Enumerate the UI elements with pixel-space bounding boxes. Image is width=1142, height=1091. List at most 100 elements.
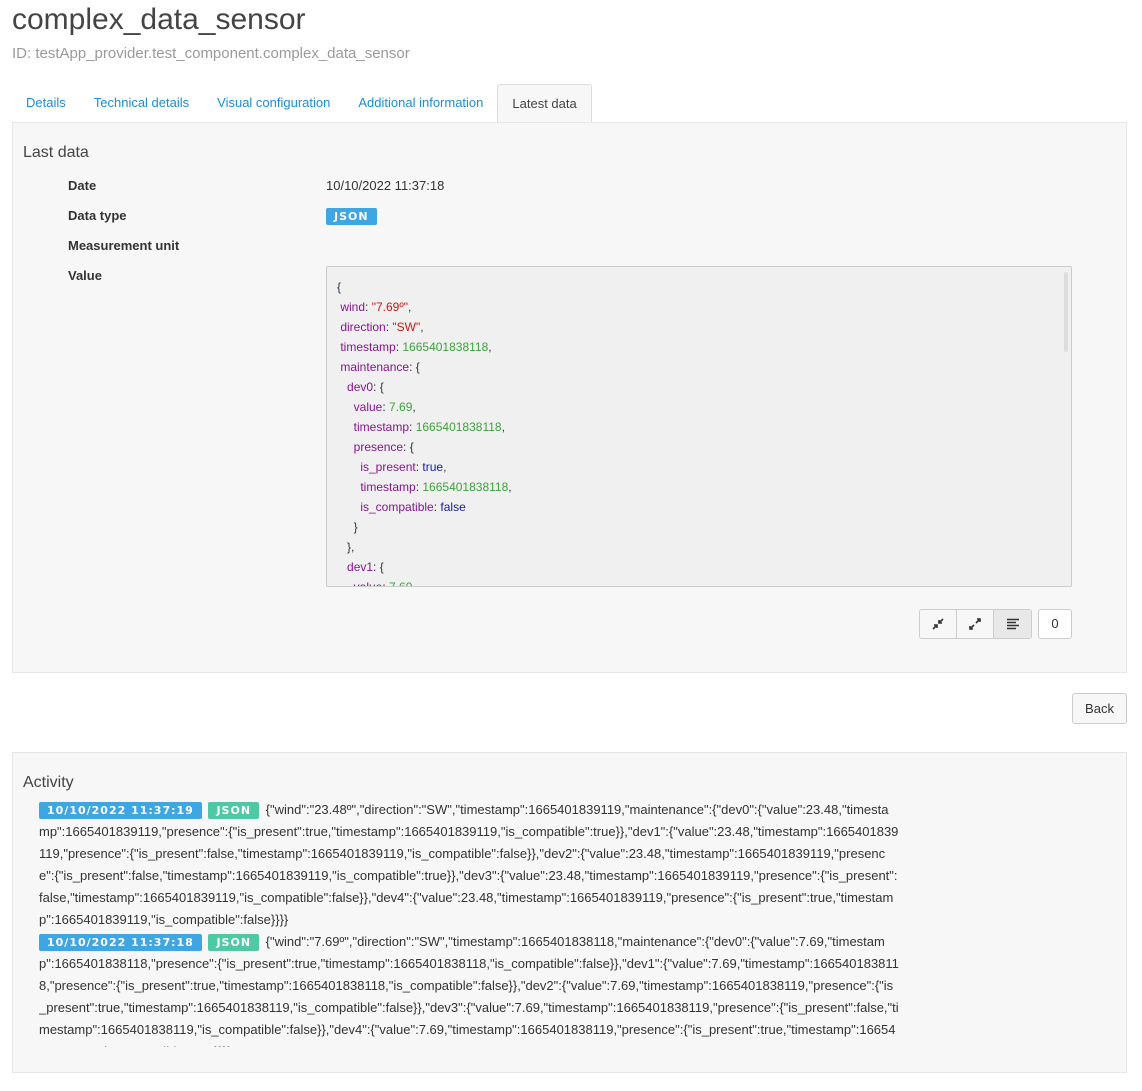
json-token: }, [337, 540, 355, 554]
json-viewer-scrollbar[interactable] [1064, 272, 1068, 352]
json-token: , [407, 300, 412, 314]
json-token: , [501, 420, 505, 434]
json-token: value [353, 400, 383, 414]
json-code-line: value: 7.69, [337, 577, 1055, 587]
activity-item: 10/10/2022 11:37:18 JSON {"wind":"7.69º"… [39, 931, 899, 1047]
collapse-button[interactable] [920, 610, 957, 638]
date-label: Date [68, 178, 97, 193]
json-code-line: { [337, 277, 1055, 297]
activity-type-badge: JSON [208, 802, 260, 819]
activity-time-badge: 10/10/2022 11:37:19 [39, 802, 202, 819]
date-value: 10/10/2022 11:37:18 [326, 178, 445, 193]
json-token: } [337, 520, 358, 534]
json-token: wind [340, 300, 366, 314]
json-token: value [353, 580, 383, 587]
activity-text: {"wind":"23.48º","direction":"SW","times… [39, 802, 899, 927]
json-token: "SW" [392, 320, 421, 334]
expand-icon [969, 618, 981, 630]
json-code-line: } [337, 517, 1055, 537]
value-label: Value [68, 268, 102, 283]
json-token: : [409, 420, 416, 434]
json-token: 7.69 [389, 580, 413, 587]
json-code-line: is_compatible: false [337, 497, 1055, 517]
json-token: , [488, 340, 492, 354]
json-token: 1665401838118 [402, 340, 489, 354]
activity-type-badge: JSON [208, 934, 260, 951]
json-token: timestamp [340, 340, 396, 354]
json-token: timestamp [353, 420, 410, 434]
compress-icon [932, 618, 944, 630]
align-left-icon [1006, 618, 1019, 630]
json-code-line: presence: { [337, 437, 1055, 457]
json-code-line: maintenance: { [337, 357, 1055, 377]
json-token: is_present [360, 460, 416, 474]
json-token: : [365, 300, 372, 314]
json-token: dev1 [347, 560, 374, 574]
format-button[interactable] [994, 610, 1031, 638]
activity-panel: Activity 10/10/2022 11:37:19 JSON {"wind… [12, 752, 1127, 1073]
json-token: is_compatible [360, 500, 434, 514]
json-code-line: dev1: { [337, 557, 1055, 577]
json-code-line: is_present: true, [337, 457, 1055, 477]
activity-time-badge: 10/10/2022 11:37:18 [39, 934, 202, 951]
data-type-label: Data type [68, 208, 127, 223]
tab-technical-details[interactable]: Technical details [80, 84, 203, 122]
tab-latest-data[interactable]: Latest data [497, 84, 592, 122]
json-token: : { [373, 380, 384, 394]
json-token: , [443, 460, 447, 474]
json-viewer[interactable]: { wind: "7.69º", direction: "SW", timest… [326, 266, 1072, 587]
activity-list: 10/10/2022 11:37:19 JSON {"wind":"23.48º… [39, 799, 899, 1047]
json-token: : { [403, 440, 414, 454]
last-data-title: Last data [23, 144, 89, 161]
data-type-badge: JSON [326, 208, 377, 225]
json-token: , [420, 320, 424, 334]
json-code-line: dev0: { [337, 377, 1055, 397]
json-code-line: timestamp: 1665401838118, [337, 417, 1055, 437]
json-token: presence [353, 440, 404, 454]
activity-item: 10/10/2022 11:37:19 JSON {"wind":"23.48º… [39, 799, 899, 931]
json-token: maintenance [340, 360, 410, 374]
json-code-line: }, [337, 537, 1055, 557]
data-type-value: JSON [326, 207, 377, 225]
json-code-line: timestamp: 1665401838118, [337, 337, 1055, 357]
json-token: false [440, 500, 466, 514]
json-token: direction [340, 320, 386, 334]
count-value: 0 [1038, 609, 1072, 639]
json-token: true [422, 460, 444, 474]
activity-title: Activity [23, 774, 74, 791]
json-token: 7.69 [389, 400, 413, 414]
page-id: ID: testApp_provider.test_component.comp… [12, 45, 410, 62]
json-code-line: value: 7.69, [337, 397, 1055, 417]
expand-button[interactable] [957, 610, 994, 638]
json-code-line: direction: "SW", [337, 317, 1055, 337]
json-token: "7.69º" [371, 300, 408, 314]
json-code-line: wind: "7.69º", [337, 297, 1055, 317]
json-token: : { [373, 560, 384, 574]
json-token: : { [409, 360, 420, 374]
last-data-panel: Last data Date 10/10/2022 11:37:18 Data … [12, 122, 1127, 673]
json-token: timestamp [360, 480, 416, 494]
json-token: , [412, 580, 416, 587]
page-title: complex_data_sensor [12, 3, 306, 36]
tab-bar: Details Technical details Visual configu… [12, 84, 1127, 122]
tab-details[interactable]: Details [12, 84, 80, 122]
tab-additional-information[interactable]: Additional information [344, 84, 497, 122]
json-token: 1665401838118 [415, 420, 502, 434]
json-code-line: timestamp: 1665401838118, [337, 477, 1055, 497]
back-button[interactable]: Back [1072, 693, 1127, 724]
json-token: 1665401838118 [422, 480, 509, 494]
json-token: dev0 [347, 380, 374, 394]
json-toolbar [919, 609, 1032, 639]
measurement-unit-label: Measurement unit [68, 238, 180, 253]
json-code: { wind: "7.69º", direction: "SW", timest… [337, 277, 1055, 586]
tab-visual-configuration[interactable]: Visual configuration [203, 84, 344, 122]
